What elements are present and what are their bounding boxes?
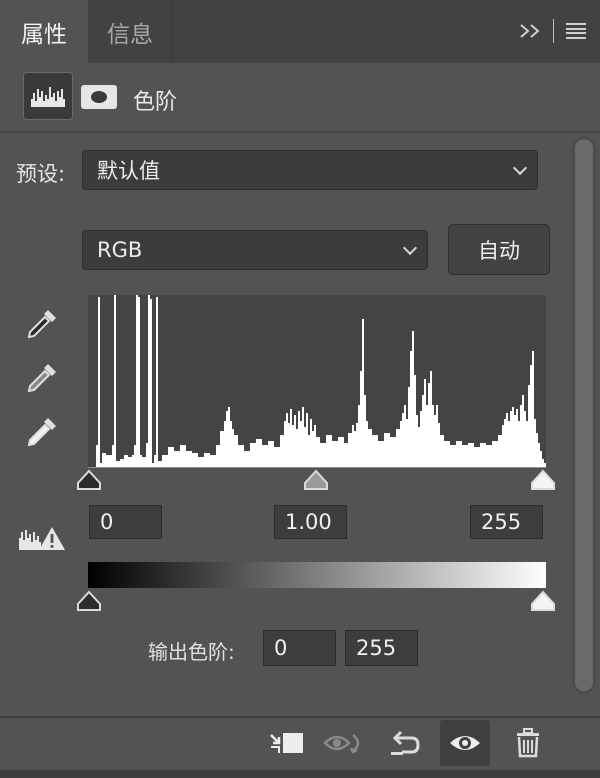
tab-properties[interactable]: 属性 xyxy=(0,0,88,63)
delete-button[interactable] xyxy=(503,720,553,766)
levels-histogram-icon[interactable] xyxy=(23,72,73,120)
channel-dropdown[interactable]: RGB xyxy=(82,230,428,270)
input-highlights-slider[interactable] xyxy=(530,469,556,491)
chevron-down-icon xyxy=(512,160,528,176)
adjustment-title: 色阶 xyxy=(133,90,178,115)
tabbar-controls xyxy=(519,16,586,46)
histogram-baseline xyxy=(88,467,546,468)
header-divider xyxy=(0,131,600,133)
reset-button[interactable] xyxy=(380,720,430,766)
clip-to-layer-button[interactable] xyxy=(262,720,312,766)
auto-button[interactable]: 自动 xyxy=(448,224,550,275)
reset-icon xyxy=(391,730,420,755)
panel-bottom-edge xyxy=(0,770,600,778)
input-shadows-slider[interactable] xyxy=(76,469,102,491)
output-shadows-field[interactable]: 0 xyxy=(263,630,336,666)
layer-mask-icon[interactable] xyxy=(81,85,117,109)
white-point-eyedropper-icon[interactable] xyxy=(24,414,60,450)
trash-icon xyxy=(517,728,539,758)
gray-point-eyedropper-icon[interactable] xyxy=(24,360,60,396)
output-shadows-slider[interactable] xyxy=(76,590,102,612)
preset-label: 预设: xyxy=(16,162,66,186)
double-chevron-right-icon[interactable] xyxy=(519,23,541,39)
view-previous-state-button[interactable] xyxy=(320,720,370,766)
scrollbar-thumb[interactable] xyxy=(575,139,593,691)
visibility-eye-icon xyxy=(450,736,480,750)
preset-dropdown[interactable]: 默认值 xyxy=(82,150,538,190)
preset-value: 默认值 xyxy=(97,159,160,183)
input-shadows-field[interactable]: 0 xyxy=(89,505,162,539)
clipping-warning-icon[interactable] xyxy=(18,524,66,552)
channel-value: RGB xyxy=(97,238,143,262)
clip-to-layer-icon xyxy=(270,733,303,753)
black-point-eyedropper-icon[interactable] xyxy=(24,306,60,342)
output-highlights-slider[interactable] xyxy=(530,590,556,612)
levels-histogram xyxy=(88,295,546,467)
visibility-toggle-button[interactable] xyxy=(440,720,490,766)
input-midtones-field[interactable]: 1.00 xyxy=(274,505,347,539)
tabbar-separator xyxy=(553,19,554,43)
output-gradient-bar xyxy=(88,562,546,588)
tab-info[interactable]: 信息 xyxy=(88,0,173,63)
view-previous-state-icon xyxy=(323,734,360,754)
hamburger-menu-icon[interactable] xyxy=(566,23,586,39)
input-highlights-field[interactable]: 255 xyxy=(470,505,543,539)
input-midtones-slider[interactable] xyxy=(303,469,329,491)
output-levels-label: 输出色阶: xyxy=(148,640,235,664)
chevron-down-icon xyxy=(402,240,418,256)
output-highlights-field[interactable]: 255 xyxy=(345,630,418,666)
